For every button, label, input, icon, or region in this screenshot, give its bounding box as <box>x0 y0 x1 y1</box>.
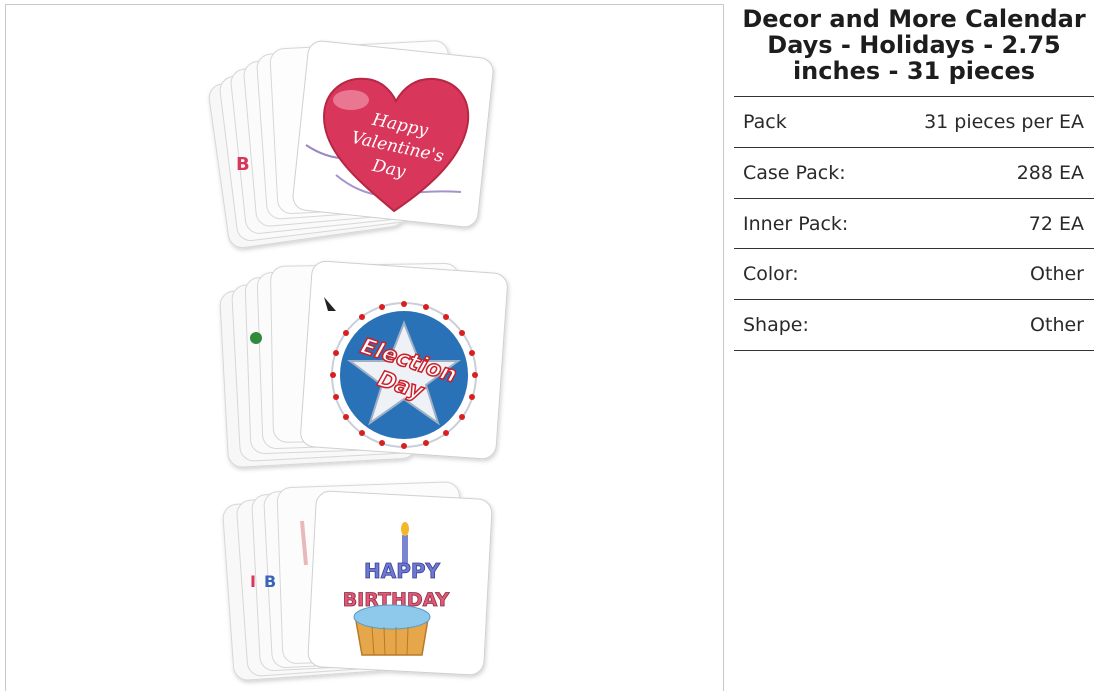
spec-row-pack: Pack 31 pieces per EA <box>734 97 1094 148</box>
spec-value: Other <box>1030 263 1084 285</box>
spec-table: Pack 31 pieces per EA Case Pack: 288 EA … <box>734 96 1094 351</box>
spec-label: Shape: <box>743 314 809 336</box>
spec-row-case-pack: Case Pack: 288 EA <box>734 148 1094 199</box>
product-image-panel[interactable]: B Happy Valentine's Day Election Day I B… <box>5 4 724 691</box>
product-title: Decor and More Calendar Days - Holidays … <box>742 5 1086 85</box>
svg-text:B: B <box>236 154 250 175</box>
product-info-panel: Decor and More Calendar Days - Holidays … <box>734 4 1094 351</box>
birthday-text-top: HAPPY <box>364 559 441 583</box>
valentine-card-stack: B Happy Valentine's Day <box>208 40 494 249</box>
spec-value: 288 EA <box>1016 162 1084 184</box>
birthday-card-stack: I B HAPPY BIRTHDAY <box>222 481 493 681</box>
spec-label: Pack <box>743 111 787 133</box>
election-card-stack: Election Day <box>219 260 508 468</box>
spec-row-shape: Shape: Other <box>734 300 1094 351</box>
spec-row-color: Color: Other <box>734 249 1094 300</box>
spec-value: 31 pieces per EA <box>924 111 1084 133</box>
svg-text:B: B <box>264 572 276 591</box>
spec-label: Color: <box>743 263 799 285</box>
product-image: B Happy Valentine's Day Election Day I B… <box>208 40 508 681</box>
svg-text:I: I <box>250 572 256 591</box>
spec-value: Other <box>1030 314 1084 336</box>
spec-label: Inner Pack: <box>743 212 849 235</box>
spec-row-inner-pack: Inner Pack: 72 EA <box>734 199 1094 249</box>
spec-value: 72 EA <box>1028 212 1084 235</box>
spec-label: Case Pack: <box>743 162 846 184</box>
